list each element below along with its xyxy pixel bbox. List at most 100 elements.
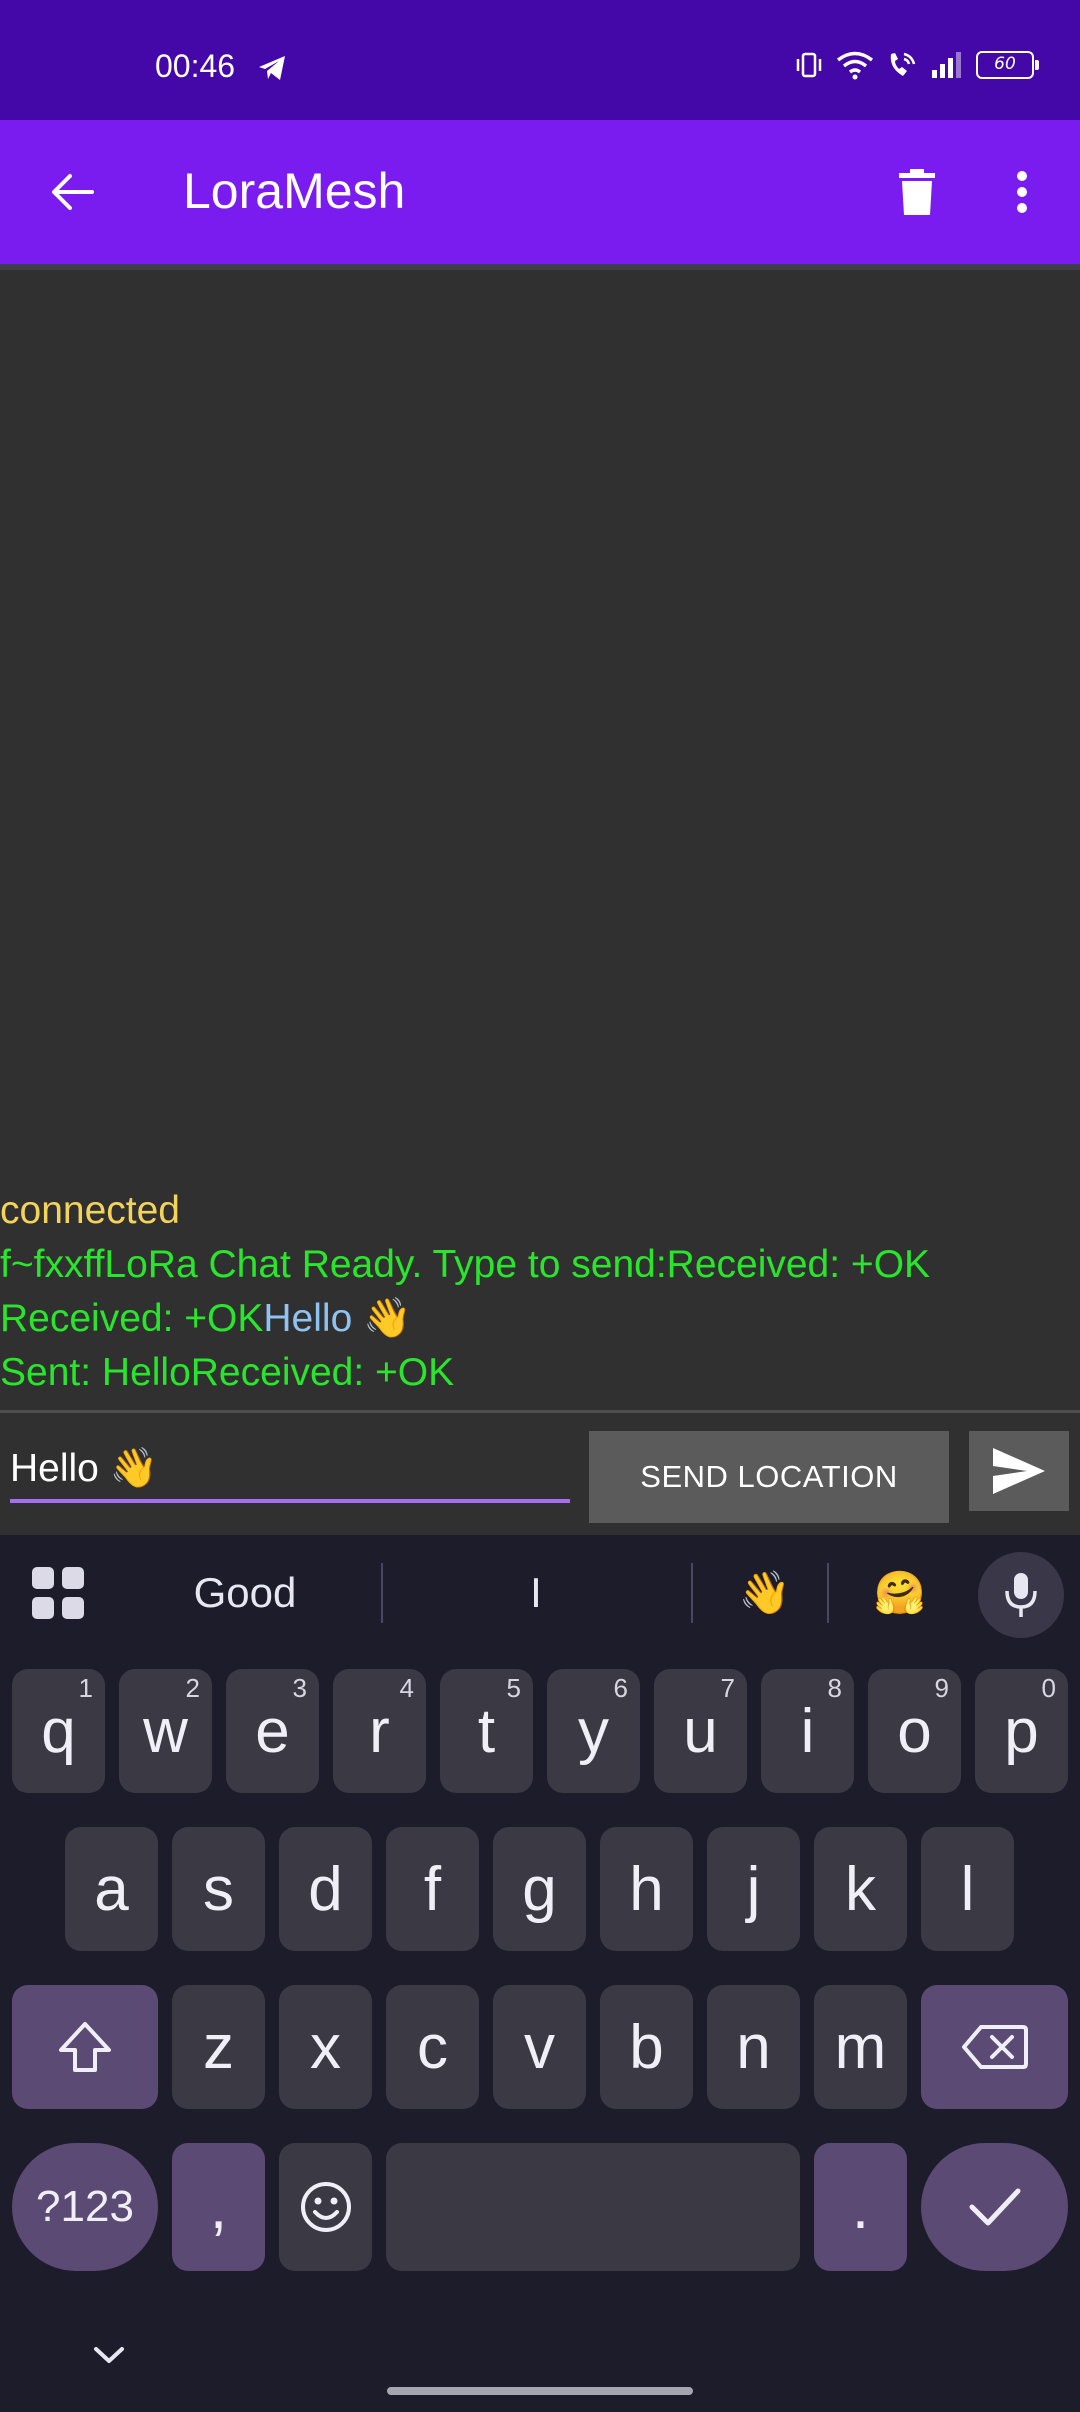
key-k[interactable]: k xyxy=(814,1827,907,1951)
chat-line: Received: +OKHello 👋 xyxy=(0,1292,1080,1346)
clear-chat-button[interactable] xyxy=(885,160,949,224)
chat-log: connected f~fxxffLoRa Chat Ready. Type t… xyxy=(0,1184,1080,1400)
comma-key[interactable]: , xyxy=(172,2143,265,2271)
key-q[interactable]: q1 xyxy=(12,1669,105,1793)
key-hint: 7 xyxy=(720,1673,735,1703)
key-s[interactable]: s xyxy=(172,1827,265,1951)
key-d[interactable]: d xyxy=(279,1827,372,1951)
chat-log-area[interactable]: connected f~fxxffLoRa Chat Ready. Type t… xyxy=(0,270,1080,1410)
compose-bar: Hello 👋 SEND LOCATION xyxy=(0,1410,1080,1535)
key-hint: 0 xyxy=(1041,1673,1056,1703)
symbols-key[interactable]: ?123 xyxy=(12,2143,158,2271)
key-h[interactable]: h xyxy=(600,1827,693,1951)
chevron-down-icon[interactable] xyxy=(92,2343,126,2367)
key-u[interactable]: u7 xyxy=(654,1669,747,1793)
checkmark-icon xyxy=(969,2188,1020,2226)
send-icon xyxy=(993,1448,1045,1494)
key-hint: 1 xyxy=(78,1673,93,1703)
key-i[interactable]: i8 xyxy=(761,1669,854,1793)
key-v[interactable]: v xyxy=(493,1985,586,2109)
suggestion-word[interactable]: I xyxy=(400,1555,672,1631)
key-e[interactable]: e3 xyxy=(226,1669,319,1793)
key-label: y xyxy=(578,1696,609,1766)
key-hint: 5 xyxy=(506,1673,521,1703)
period-key[interactable]: . xyxy=(814,2143,907,2271)
keyboard: Good I 👋 🤗 q1 w2 e3 r4 t5 y6 u7 i8 o9 p0… xyxy=(0,1535,1080,2412)
trash-icon xyxy=(899,169,935,215)
status-icons: 60 xyxy=(794,50,1039,80)
chat-line-message: Hello 👋 xyxy=(263,1297,412,1340)
enter-key[interactable] xyxy=(921,2143,1068,2271)
key-label: o xyxy=(897,1696,932,1766)
message-input[interactable]: Hello 👋 xyxy=(10,1435,570,1503)
more-vert-icon xyxy=(1017,171,1027,213)
key-p[interactable]: p0 xyxy=(975,1669,1068,1793)
key-c[interactable]: c xyxy=(386,1985,479,2109)
emoji-icon xyxy=(300,2182,351,2232)
suggestion-divider xyxy=(381,1563,383,1623)
backspace-icon xyxy=(961,2025,1028,2069)
shift-key[interactable] xyxy=(12,1985,158,2109)
shift-icon xyxy=(59,2022,111,2072)
key-label: p xyxy=(1004,1696,1039,1766)
suggestion-emoji[interactable]: 🤗 xyxy=(845,1555,955,1631)
key-x[interactable]: x xyxy=(279,1985,372,2109)
chat-line: f~fxxffLoRa Chat Ready. Type to send:Rec… xyxy=(0,1243,931,1286)
send-button[interactable] xyxy=(969,1431,1069,1511)
apps-grid-icon[interactable] xyxy=(32,1567,84,1619)
key-l[interactable]: l xyxy=(921,1827,1014,1951)
key-r[interactable]: r4 xyxy=(333,1669,426,1793)
chat-line: connected xyxy=(0,1189,180,1232)
key-n[interactable]: n xyxy=(707,1985,800,2109)
key-t[interactable]: t5 xyxy=(440,1669,533,1793)
suggestion-emoji[interactable]: 👋 xyxy=(710,1555,820,1631)
signal-icon xyxy=(932,52,961,78)
chat-line: Sent: HelloReceived: +OK xyxy=(0,1351,455,1394)
send-location-button[interactable]: SEND LOCATION xyxy=(589,1431,949,1523)
key-z[interactable]: z xyxy=(172,1985,265,2109)
chat-line-received: Received: +OK xyxy=(0,1297,264,1340)
key-label: u xyxy=(683,1696,718,1766)
key-label: i xyxy=(800,1696,815,1766)
suggestion-word[interactable]: Good xyxy=(130,1555,360,1631)
more-options-button[interactable] xyxy=(990,160,1054,224)
vibrate-icon xyxy=(796,52,822,78)
battery-icon: 60 xyxy=(976,51,1039,79)
key-m[interactable]: m xyxy=(814,1985,907,2109)
key-hint: 8 xyxy=(827,1673,842,1703)
backspace-key[interactable] xyxy=(921,1985,1068,2109)
key-hint: 9 xyxy=(934,1673,949,1703)
key-hint: 4 xyxy=(399,1673,414,1703)
key-label: r xyxy=(369,1696,390,1766)
telegram-icon xyxy=(259,56,285,80)
app-bar: LoraMesh xyxy=(0,120,1080,264)
emoji-key[interactable] xyxy=(279,2143,372,2271)
key-f[interactable]: f xyxy=(386,1827,479,1951)
back-button[interactable] xyxy=(40,160,104,224)
key-hint: 6 xyxy=(613,1673,628,1703)
key-a[interactable]: a xyxy=(65,1827,158,1951)
wifi-call-icon xyxy=(890,52,916,76)
home-indicator[interactable] xyxy=(387,2387,693,2395)
wifi-icon xyxy=(836,51,874,80)
key-g[interactable]: g xyxy=(493,1827,586,1951)
voice-input-button[interactable] xyxy=(978,1552,1064,1638)
key-hint: 2 xyxy=(185,1673,200,1703)
key-w[interactable]: w2 xyxy=(119,1669,212,1793)
back-arrow-icon xyxy=(52,174,94,210)
key-o[interactable]: o9 xyxy=(868,1669,961,1793)
key-b[interactable]: b xyxy=(600,1985,693,2109)
key-label: w xyxy=(143,1696,188,1766)
suggestion-divider xyxy=(827,1563,829,1623)
status-bar: 00:46 60 xyxy=(0,0,1080,120)
key-j[interactable]: j xyxy=(707,1827,800,1951)
key-label: e xyxy=(255,1696,290,1766)
key-y[interactable]: y6 xyxy=(547,1669,640,1793)
space-key[interactable] xyxy=(386,2143,800,2271)
suggestion-strip: Good I 👋 🤗 xyxy=(0,1535,1080,1647)
suggestion-divider xyxy=(691,1563,693,1623)
mic-icon xyxy=(1005,1573,1037,1617)
key-hint: 3 xyxy=(292,1673,307,1703)
key-label: q xyxy=(41,1696,76,1766)
app-title: LoraMesh xyxy=(183,163,406,219)
